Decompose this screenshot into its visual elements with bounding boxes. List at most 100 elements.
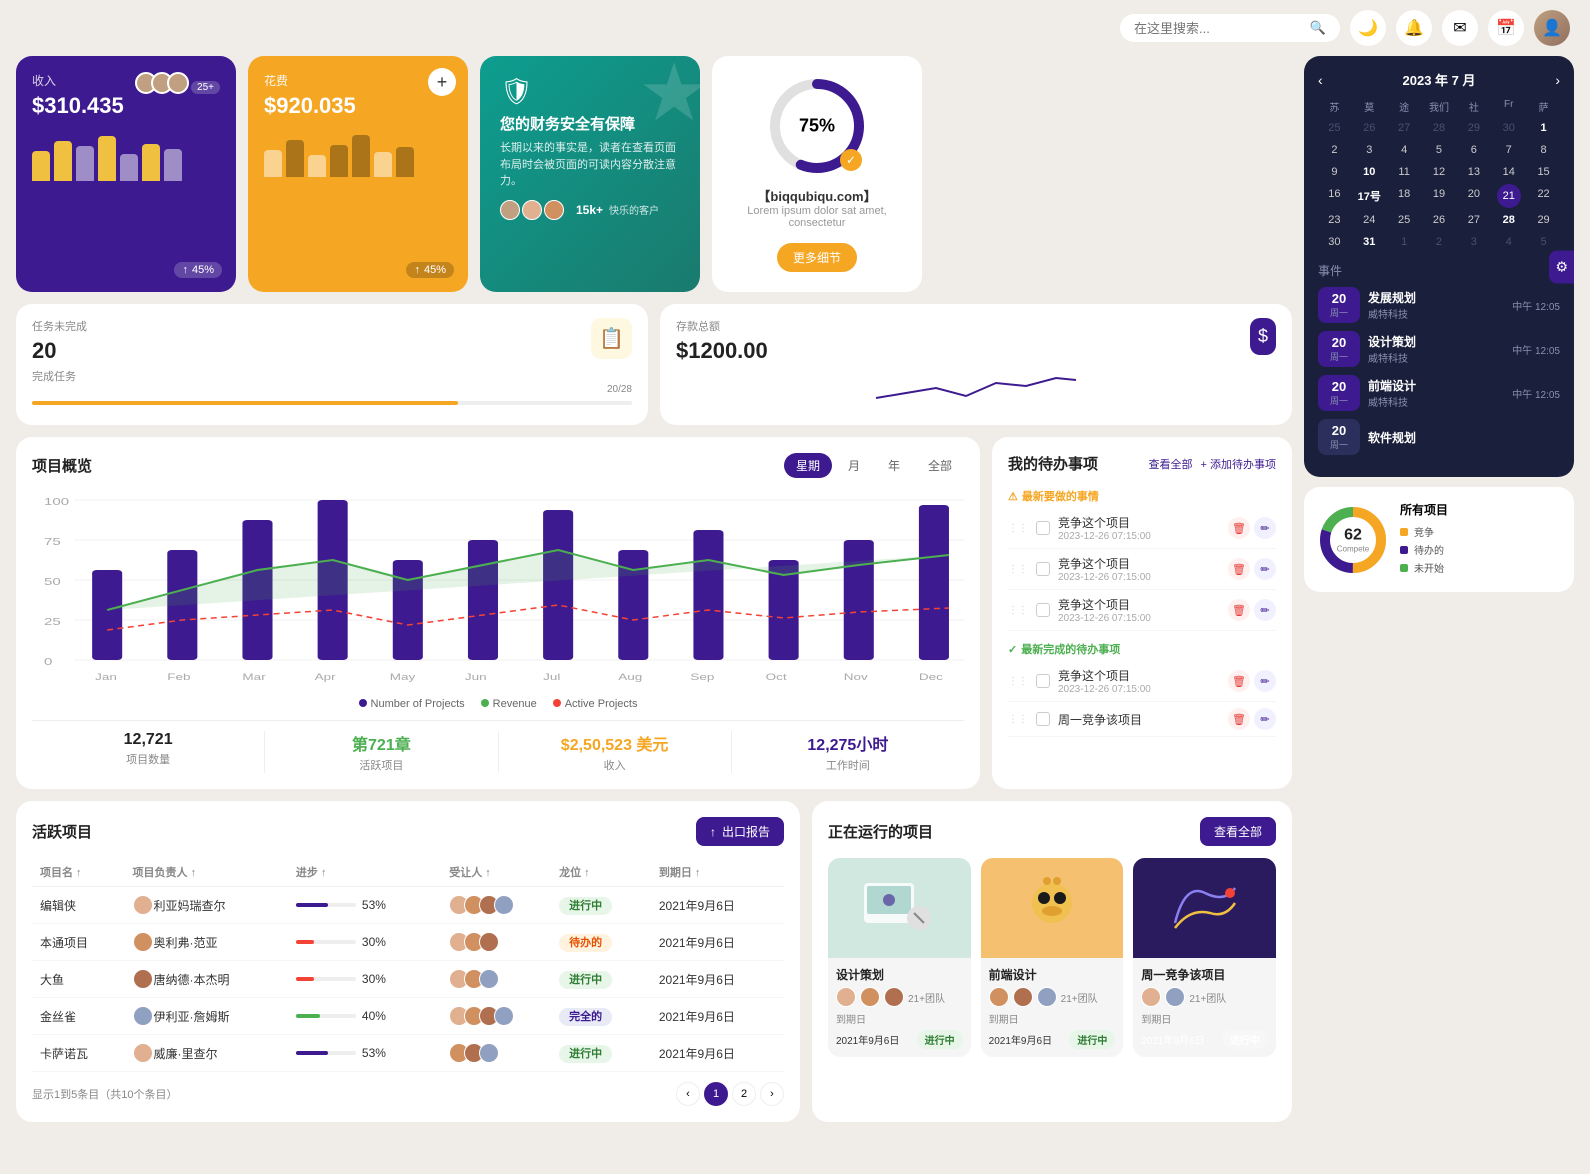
calendar-icon-btn[interactable]: 📅 (1488, 10, 1524, 46)
cal-day-2-next[interactable]: 2 (1423, 232, 1456, 252)
cal-day-3-next[interactable]: 3 (1457, 232, 1490, 252)
cal-day-22[interactable]: 22 (1527, 184, 1560, 208)
cal-day-27-prev[interactable]: 27 (1388, 118, 1421, 138)
cal-day-12[interactable]: 12 (1423, 162, 1456, 182)
cal-day-25-prev[interactable]: 25 (1318, 118, 1351, 138)
todo-checkbox-5[interactable] (1036, 712, 1050, 726)
stat-time-label: 工作时间 (732, 757, 964, 773)
tab-weekly[interactable]: 星期 (784, 453, 832, 478)
revenue-label: 收入 (32, 72, 124, 89)
cal-day-9[interactable]: 9 (1318, 162, 1351, 182)
cal-day-28[interactable]: 28 (1492, 210, 1525, 230)
todo-view-all-btn[interactable]: 查看全部 (1149, 456, 1193, 472)
drag-handle-3[interactable]: ⋮⋮ (1008, 605, 1028, 616)
tab-monthly[interactable]: 月 (836, 453, 872, 478)
cal-next-btn[interactable]: › (1555, 72, 1560, 88)
todo-delete-btn-2[interactable]: 🗑 (1228, 558, 1250, 580)
col-progress: 进步 ↑ (288, 858, 441, 887)
cal-day-13[interactable]: 13 (1457, 162, 1490, 182)
cal-day-1[interactable]: 1 (1527, 118, 1560, 138)
cal-day-4[interactable]: 4 (1388, 140, 1421, 160)
cal-prev-btn[interactable]: ‹ (1318, 72, 1323, 88)
cal-day-30[interactable]: 30 (1318, 232, 1351, 252)
event-4: 20 周一 软件规划 (1318, 419, 1560, 455)
expense-label: 花费 (264, 72, 452, 89)
cal-day-15[interactable]: 15 (1527, 162, 1560, 182)
todo-edit-btn-2[interactable]: ✏ (1254, 558, 1276, 580)
search-box[interactable]: 🔍 (1120, 14, 1340, 42)
cal-day-16[interactable]: 16 (1318, 184, 1351, 208)
event-date-box-2: 20 周一 (1318, 331, 1360, 367)
cal-day-18[interactable]: 18 (1388, 184, 1421, 208)
settings-btn[interactable]: ⚙ (1549, 250, 1574, 283)
search-input[interactable] (1134, 21, 1302, 36)
cal-day-7[interactable]: 7 (1492, 140, 1525, 160)
revenue-pct: ↑ 45% (174, 262, 222, 278)
cal-day-23[interactable]: 23 (1318, 210, 1351, 230)
cal-day-6[interactable]: 6 (1457, 140, 1490, 160)
next-page-btn[interactable]: › (760, 1082, 784, 1106)
todo-edit-btn-3[interactable]: ✏ (1254, 599, 1276, 621)
cal-day-4-next[interactable]: 4 (1492, 232, 1525, 252)
cal-day-24[interactable]: 24 (1353, 210, 1386, 230)
cal-day-19[interactable]: 19 (1423, 184, 1456, 208)
cal-day-29-prev[interactable]: 29 (1457, 118, 1490, 138)
todo-checkbox-3[interactable] (1036, 603, 1050, 617)
cal-day-1-next[interactable]: 1 (1388, 232, 1421, 252)
cal-day-11[interactable]: 11 (1388, 162, 1421, 182)
todo-section-complete: ✓ 最新完成的待办事项 (1008, 637, 1276, 661)
drag-handle[interactable]: ⋮⋮ (1008, 523, 1028, 534)
donut-num: 62 (1337, 526, 1369, 544)
cal-day-25[interactable]: 25 (1388, 210, 1421, 230)
page-1-btn[interactable]: 1 (704, 1082, 728, 1106)
more-details-btn[interactable]: 更多细节 (777, 243, 857, 272)
cal-day-14[interactable]: 14 (1492, 162, 1525, 182)
cal-day-17[interactable]: 17号 (1353, 184, 1386, 208)
cal-day-2[interactable]: 2 (1318, 140, 1351, 160)
cal-day-26-prev[interactable]: 26 (1353, 118, 1386, 138)
page-2-btn[interactable]: 2 (732, 1082, 756, 1106)
cal-day-5-next[interactable]: 5 (1527, 232, 1560, 252)
todo-checkbox-4[interactable] (1036, 674, 1050, 688)
cal-day-10[interactable]: 10 (1353, 162, 1386, 182)
cal-day-29[interactable]: 29 (1527, 210, 1560, 230)
cal-day-28-prev[interactable]: 28 (1423, 118, 1456, 138)
todo-checkbox-2[interactable] (1036, 562, 1050, 576)
cal-day-26[interactable]: 26 (1423, 210, 1456, 230)
cal-day-20[interactable]: 20 (1457, 184, 1490, 208)
cal-day-30-prev[interactable]: 30 (1492, 118, 1525, 138)
cal-day-5[interactable]: 5 (1423, 140, 1456, 160)
table-row: 金丝雀 伊利亚·詹姆斯 40% (32, 998, 784, 1035)
owner-cell: 唐纳德·本杰明 (125, 961, 288, 998)
cal-day-8[interactable]: 8 (1527, 140, 1560, 160)
bell-icon-btn[interactable]: 🔔 (1396, 10, 1432, 46)
view-all-btn[interactable]: 查看全部 (1200, 817, 1276, 846)
todo-edit-btn-1[interactable]: ✏ (1254, 517, 1276, 539)
user-avatar[interactable]: 👤 (1534, 10, 1570, 46)
moon-icon-btn[interactable]: 🌙 (1350, 10, 1386, 46)
drag-handle-5[interactable]: ⋮⋮ (1008, 714, 1028, 725)
todo-add-btn[interactable]: + 添加待办事项 (1201, 456, 1276, 472)
todo-text-4: 竞争这个项目 (1058, 667, 1220, 684)
cal-day-31[interactable]: 31 (1353, 232, 1386, 252)
tab-all[interactable]: 全部 (916, 453, 964, 478)
mail-icon-btn[interactable]: ✉ (1442, 10, 1478, 46)
donut-legend: 所有项目 竞争 待办的 未开始 (1400, 501, 1560, 578)
todo-delete-btn-1[interactable]: 🗑 (1228, 517, 1250, 539)
todo-delete-btn-5[interactable]: 🗑 (1228, 708, 1250, 730)
export-btn[interactable]: ↑ 出口报告 (696, 817, 784, 846)
project-name-cell: 卡萨诺瓦 (32, 1035, 125, 1072)
overview-header: 项目概览 星期 月 年 全部 (32, 453, 964, 478)
cal-day-21-today[interactable]: 21 (1497, 184, 1521, 208)
todo-edit-btn-5[interactable]: ✏ (1254, 708, 1276, 730)
todo-delete-btn-4[interactable]: 🗑 (1228, 670, 1250, 692)
todo-edit-btn-4[interactable]: ✏ (1254, 670, 1276, 692)
prev-page-btn[interactable]: ‹ (676, 1082, 700, 1106)
drag-handle-2[interactable]: ⋮⋮ (1008, 564, 1028, 575)
todo-delete-btn-3[interactable]: 🗑 (1228, 599, 1250, 621)
cal-day-27[interactable]: 27 (1457, 210, 1490, 230)
cal-day-3[interactable]: 3 (1353, 140, 1386, 160)
todo-checkbox-1[interactable] (1036, 521, 1050, 535)
drag-handle-4[interactable]: ⋮⋮ (1008, 676, 1028, 687)
tab-yearly[interactable]: 年 (876, 453, 912, 478)
